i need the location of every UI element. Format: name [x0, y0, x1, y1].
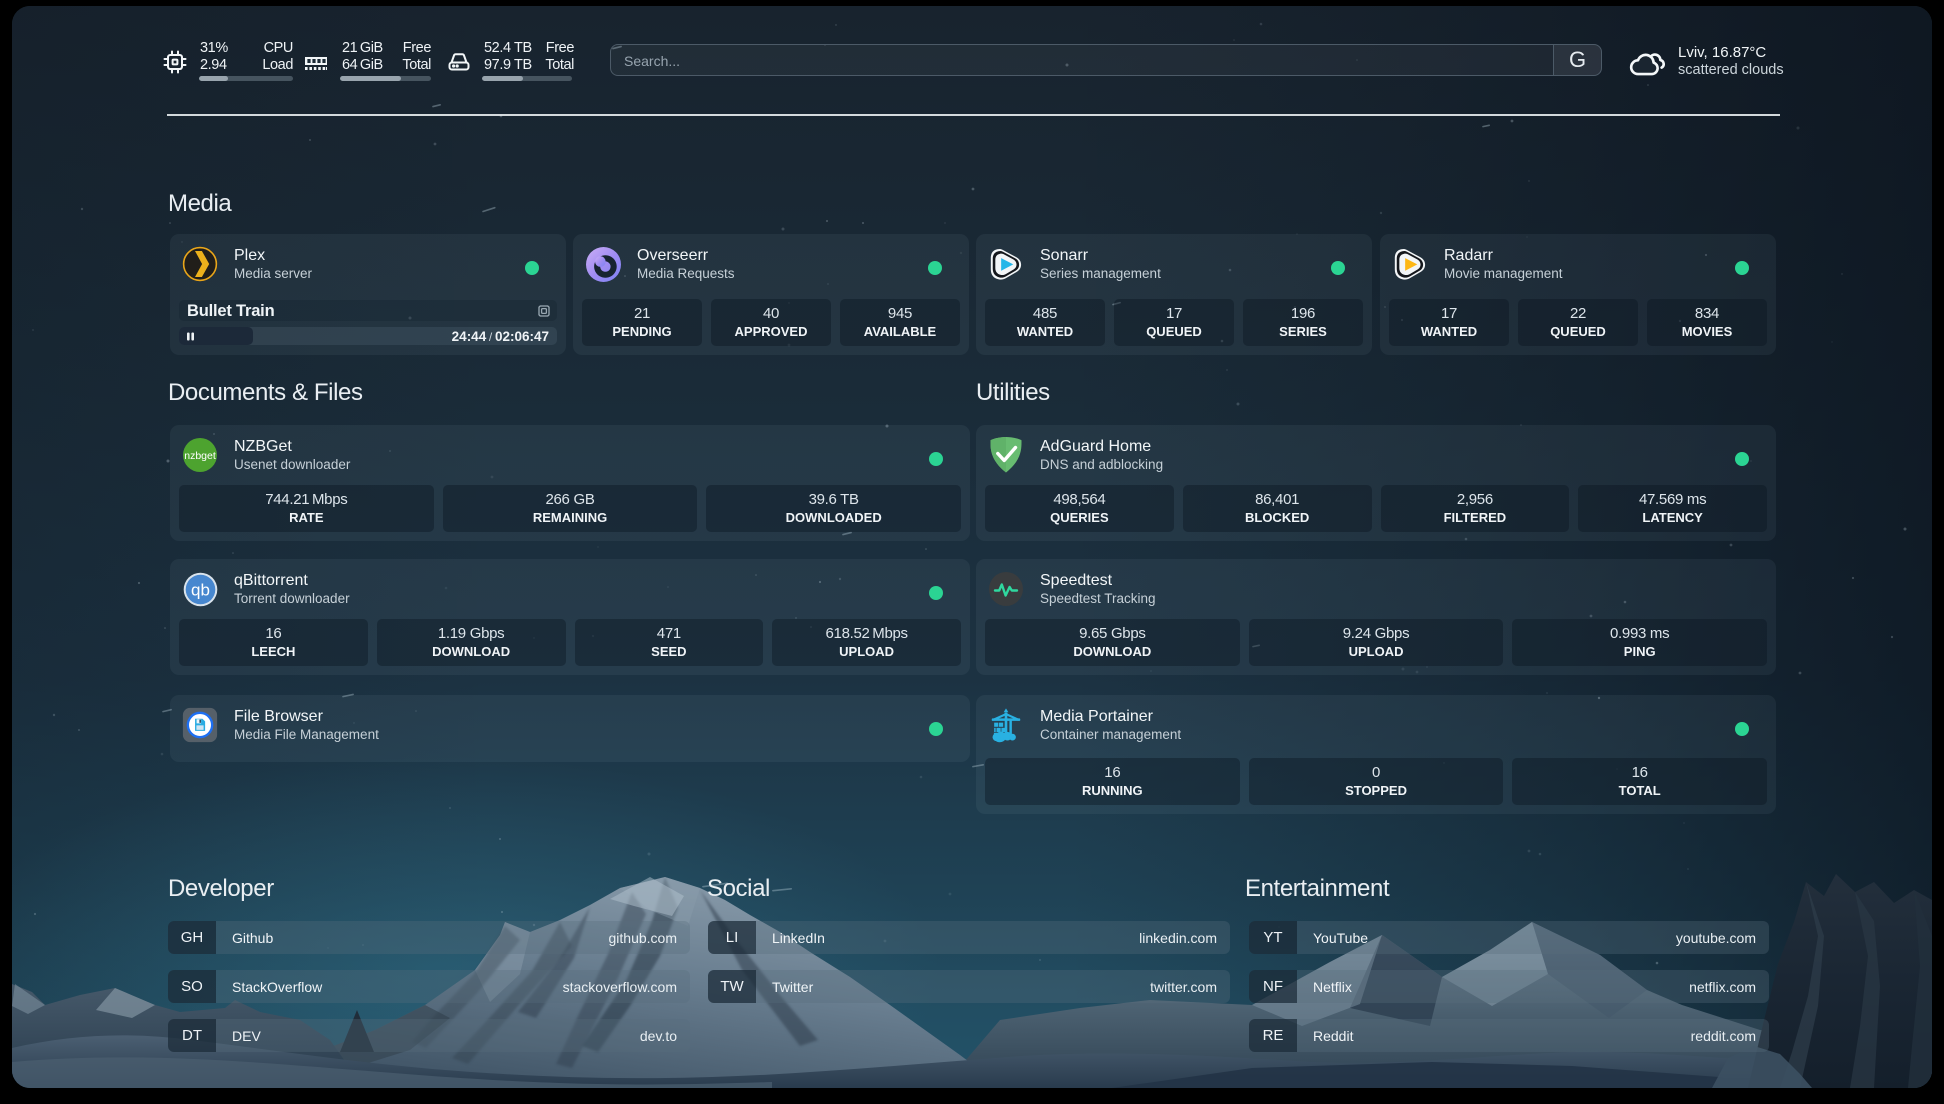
svg-text:nzbget: nzbget	[184, 450, 216, 462]
svg-text:qb: qb	[191, 580, 210, 599]
